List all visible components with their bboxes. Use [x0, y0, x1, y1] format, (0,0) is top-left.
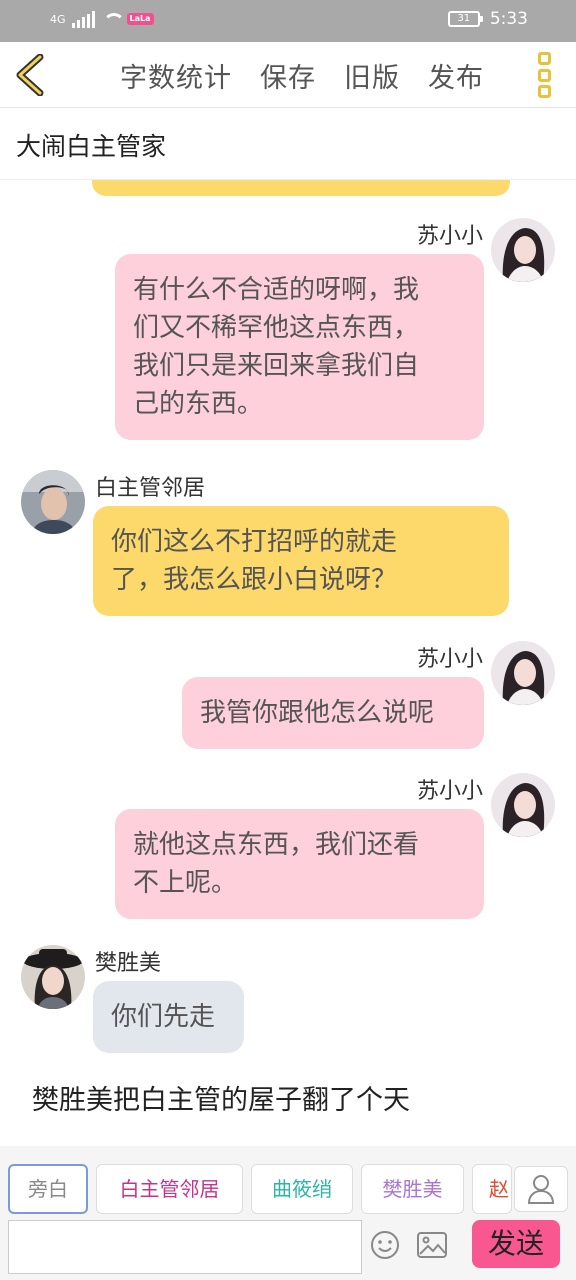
image-icon[interactable]: [416, 1231, 448, 1259]
battery-icon: 31: [447, 11, 483, 27]
old-version-button[interactable]: 旧版: [344, 56, 400, 95]
avatar[interactable]: [491, 773, 555, 837]
send-button[interactable]: 发送: [472, 1220, 560, 1268]
network-label: 4G: [50, 12, 66, 26]
role-chip-narrator[interactable]: 旁白: [8, 1164, 88, 1214]
lala-badge-icon: LaLa: [126, 13, 154, 25]
message-bubble[interactable]: 有什么不合适的呀啊，我 们又不稀罕他这点东西， 我们只是来回来拿我们自 己的东西…: [115, 254, 484, 440]
avatar[interactable]: [491, 218, 555, 282]
wifi-icon: [101, 11, 125, 27]
avatar[interactable]: [21, 945, 85, 1009]
toolbar-actions: 字数统计 保存 旧版 发布: [120, 56, 484, 95]
signal-icon: [71, 10, 95, 28]
role-chip-qu-xiaoxiao[interactable]: 曲筱绡: [251, 1164, 353, 1214]
publish-button[interactable]: 发布: [428, 56, 484, 95]
back-arrow-icon[interactable]: [14, 53, 46, 97]
message-bubble[interactable]: 就他这点东西，我们还看 不上呢。: [115, 809, 484, 919]
speaker-name: 苏小小: [416, 647, 483, 672]
role-chip-label: 白主管邻居: [119, 1177, 220, 1201]
word-count-button[interactable]: 字数统计: [120, 56, 232, 95]
message-input-bar: 发送: [0, 1220, 576, 1280]
previous-message-bubble[interactable]: [92, 180, 510, 196]
narration-text[interactable]: 樊胜美把白主管的屋子翻了个天: [32, 1078, 410, 1117]
speaker-name: 苏小小: [416, 779, 483, 804]
save-button[interactable]: 保存: [260, 56, 316, 95]
emoji-icon[interactable]: [370, 1230, 400, 1260]
more-menu-icon[interactable]: [538, 52, 554, 98]
role-chip-label: 曲筱绡: [272, 1177, 332, 1201]
message-bubble[interactable]: 你们先走: [93, 981, 244, 1053]
story-title-bar: 大闹白主管家: [0, 109, 576, 180]
speaker-name: 樊胜美: [95, 951, 162, 976]
editor-toolbar: 字数统计 保存 旧版 发布: [0, 42, 576, 108]
avatar[interactable]: [491, 641, 555, 705]
clock: 5:33: [489, 9, 528, 29]
role-chip-label: 樊胜美: [382, 1177, 443, 1201]
role-selector-bar: 旁白 白主管邻居 曲筱绡 樊胜美 赵: [0, 1146, 576, 1220]
role-chip-label: 赵: [489, 1177, 509, 1201]
message-input[interactable]: [8, 1220, 362, 1274]
chat-area[interactable]: 苏小小 有什么不合适的呀啊，我 们又不稀罕他这点东西， 我们只是来回来拿我们自 …: [0, 180, 576, 1145]
status-bar: 4G LaLa 31 5:33: [0, 0, 576, 42]
message-bubble[interactable]: 你们这么不打招呼的就走 了，我怎么跟小白说呀？: [93, 506, 509, 616]
avatar[interactable]: [21, 470, 85, 534]
role-chip-neighbor[interactable]: 白主管邻居: [96, 1164, 243, 1214]
add-role-person-icon[interactable]: [514, 1166, 568, 1212]
role-chip-fan-shengmei[interactable]: 樊胜美: [361, 1164, 464, 1214]
message-bubble[interactable]: 我管你跟他怎么说呢: [182, 677, 484, 749]
role-chip-zhao[interactable]: 赵: [472, 1164, 512, 1214]
story-title[interactable]: 大闹白主管家: [16, 127, 166, 163]
speaker-name: 苏小小: [416, 224, 483, 249]
role-chip-label: 旁白: [28, 1177, 68, 1201]
speaker-name: 白主管邻居: [95, 476, 206, 501]
